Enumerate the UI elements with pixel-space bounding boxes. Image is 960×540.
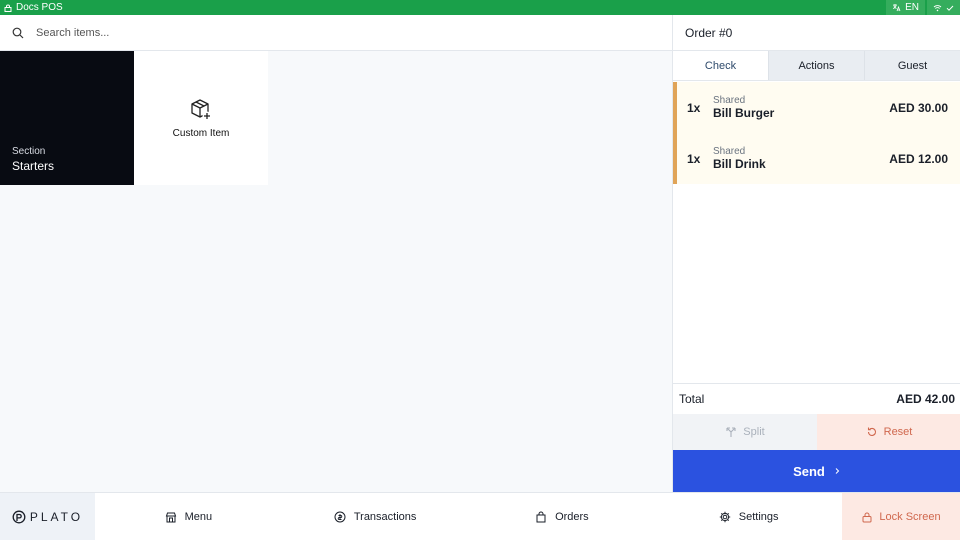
lock-screen-label: Lock Screen — [879, 510, 941, 523]
nav-settings-label: Settings — [738, 510, 779, 523]
reset-icon — [867, 427, 876, 436]
item-price: AED 12.00 — [889, 151, 948, 166]
order-actions: Split Reset — [673, 414, 960, 450]
nav-menu[interactable]: Menu — [95, 493, 282, 540]
item-price: AED 30.00 — [889, 100, 948, 115]
nav-menu-label: Menu — [184, 510, 213, 523]
split-label: Split — [743, 426, 765, 438]
item-quantity: 1x — [687, 151, 701, 166]
reset-label: Reset — [883, 426, 913, 438]
box-plus-icon — [191, 98, 212, 120]
lock-icon — [862, 512, 872, 522]
chevron-right-icon — [835, 468, 840, 474]
store-icon — [165, 512, 176, 522]
language-code: EN — [905, 2, 919, 13]
brand-logo: PLATO — [0, 493, 95, 540]
total-label: Total — [679, 392, 705, 406]
send-label: Send — [793, 463, 825, 479]
translate-icon — [892, 4, 901, 12]
order-panel: Order #0 Check Actions Guest 1x Shared B… — [672, 15, 960, 492]
section-caption: Section — [12, 146, 46, 157]
plato-logo-icon — [12, 510, 26, 523]
check-icon — [946, 5, 954, 11]
order-tabs: Check Actions Guest — [673, 51, 960, 81]
item-guest: Shared — [713, 146, 746, 157]
nav-transactions[interactable]: Transactions — [282, 493, 469, 540]
status-bar: Docs POS EN — [0, 0, 960, 15]
item-guest: Shared — [713, 95, 746, 106]
split-button[interactable]: Split — [673, 414, 817, 450]
reset-button[interactable]: Reset — [817, 414, 960, 450]
app-title: Docs POS — [0, 2, 63, 13]
nav-orders[interactable]: Orders — [469, 493, 656, 540]
search-icon — [0, 27, 36, 39]
item-quantity: 1x — [687, 100, 701, 115]
lock-screen-button[interactable]: Lock Screen — [842, 493, 960, 540]
order-item-row[interactable]: 1x Shared Bill Burger AED 30.00 — [677, 82, 960, 133]
total-value: AED 42.00 — [896, 392, 955, 406]
order-items: 1x Shared Bill Burger AED 30.00 1x Share… — [673, 82, 960, 184]
search-input[interactable] — [36, 26, 636, 39]
item-name: Bill Drink — [713, 157, 766, 171]
section-tile-starters[interactable]: Section Starters — [0, 51, 134, 185]
nav-transactions-label: Transactions — [353, 510, 417, 523]
item-name: Bill Burger — [713, 106, 775, 120]
gear-icon — [719, 511, 730, 522]
coin-icon — [334, 511, 346, 522]
connection-indicator — [927, 0, 960, 15]
item-grid: Section Starters Custom Item — [0, 51, 268, 185]
send-button[interactable]: Send — [673, 450, 960, 492]
app-name: Docs POS — [16, 2, 63, 13]
section-name: Starters — [12, 159, 55, 173]
bottom-nav: PLATO Menu Transactions Orders Settings … — [0, 492, 960, 540]
nav-settings[interactable]: Settings — [655, 493, 842, 540]
tab-actions[interactable]: Actions — [768, 51, 864, 80]
tab-check[interactable]: Check — [673, 51, 768, 80]
wifi-icon — [933, 4, 942, 11]
language-indicator[interactable]: EN — [886, 0, 925, 15]
bag-icon — [536, 511, 546, 522]
order-total: Total AED 42.00 — [673, 383, 960, 414]
lock-small-icon — [4, 4, 12, 12]
brand-name: PLATO — [29, 509, 84, 524]
split-icon — [726, 427, 736, 437]
custom-item-label: Custom Item — [172, 127, 230, 139]
order-item-row[interactable]: 1x Shared Bill Drink AED 12.00 — [677, 133, 960, 184]
tab-guest[interactable]: Guest — [864, 51, 960, 80]
order-title: Order #0 — [673, 15, 960, 51]
search-bar — [0, 15, 672, 51]
custom-item-tile[interactable]: Custom Item — [134, 51, 268, 185]
nav-orders-label: Orders — [555, 510, 589, 523]
